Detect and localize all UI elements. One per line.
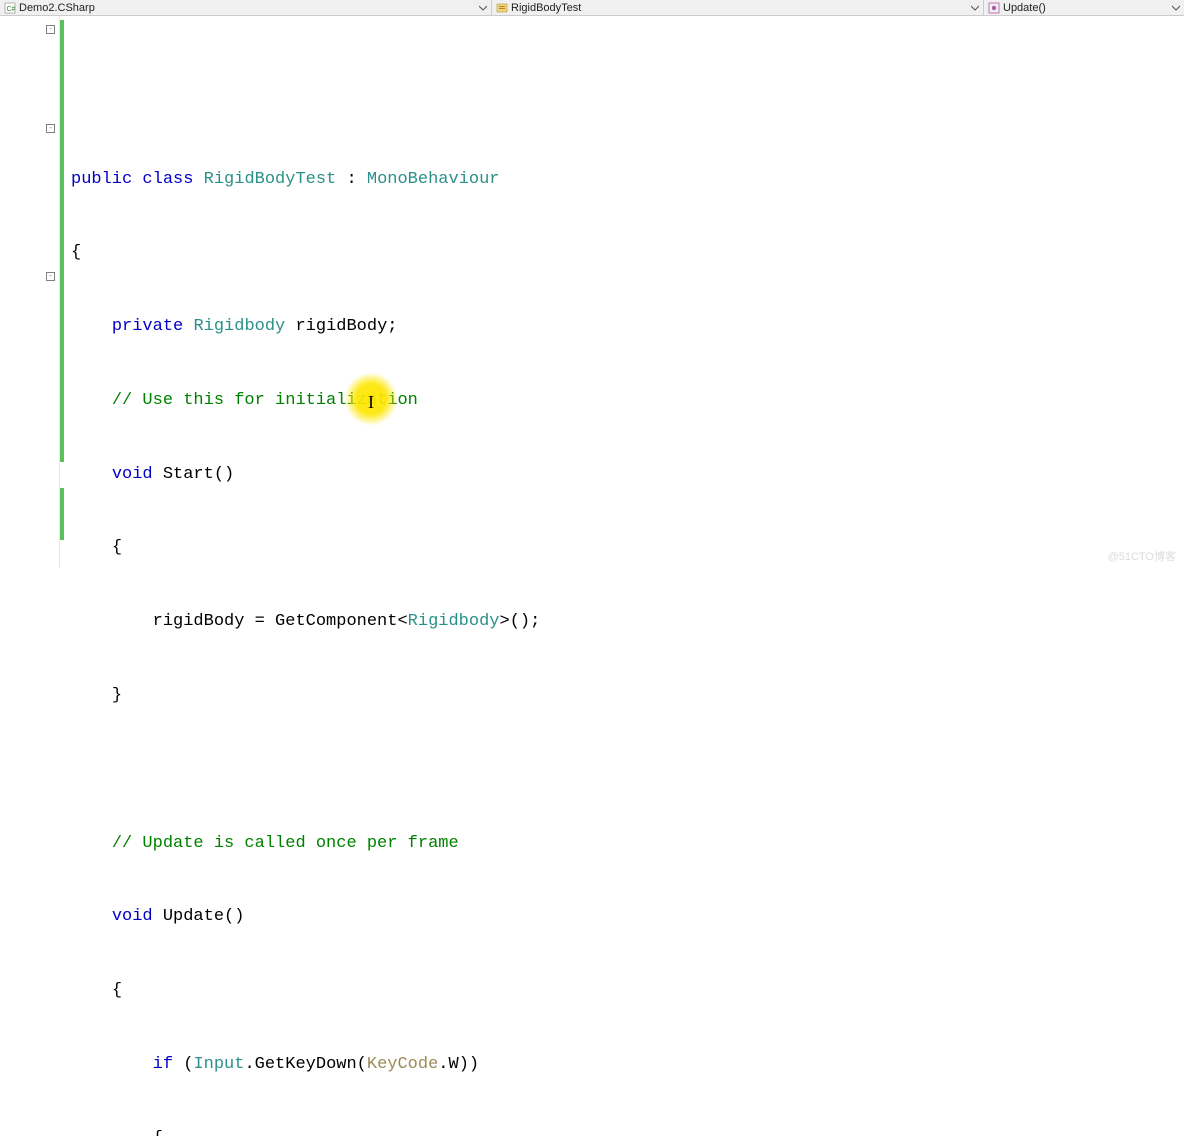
- change-marker: [60, 20, 64, 462]
- breadcrumb-class-label: RigidBodyTest: [511, 2, 581, 14]
- fold-toggle[interactable]: -: [46, 25, 55, 34]
- fold-toggle[interactable]: -: [46, 124, 55, 133]
- breadcrumb-file-label: Demo2.CSharp: [19, 2, 95, 14]
- code-line[interactable]: // Update is called once per frame: [65, 832, 1184, 857]
- code-line[interactable]: {: [65, 536, 1184, 561]
- code-line[interactable]: {: [65, 1127, 1184, 1136]
- watermark: @51CTO博客: [1108, 548, 1176, 564]
- code-line[interactable]: if (Input.GetKeyDown(KeyCode.W)): [65, 1053, 1184, 1078]
- chevron-down-icon: [1171, 3, 1180, 12]
- code-line[interactable]: {: [65, 979, 1184, 1004]
- code-line[interactable]: [65, 758, 1184, 783]
- code-line[interactable]: public class RigidBodyTest : MonoBehavio…: [65, 168, 1184, 193]
- code-line[interactable]: }: [65, 684, 1184, 709]
- class-icon: [496, 2, 508, 14]
- change-marker: [60, 488, 64, 540]
- breadcrumb-class[interactable]: RigidBodyTest: [492, 0, 984, 15]
- csharp-file-icon: C#: [4, 2, 16, 14]
- editor: - - - public class RigidBodyTest : MonoB…: [0, 16, 1184, 568]
- chevron-down-icon: [970, 3, 979, 12]
- code-line[interactable]: rigidBody = GetComponent<Rigidbody>();: [65, 610, 1184, 635]
- code-line[interactable]: // Use this for initialization: [65, 389, 1184, 414]
- code-line[interactable]: void Start(): [65, 463, 1184, 488]
- svg-text:C#: C#: [7, 6, 16, 13]
- code-area[interactable]: public class RigidBodyTest : MonoBehavio…: [60, 16, 1184, 568]
- breadcrumb-bar: C# Demo2.CSharp RigidBodyTest Update(): [0, 0, 1184, 16]
- code-line[interactable]: {: [65, 241, 1184, 266]
- breadcrumb-method-label: Update(): [1003, 2, 1046, 14]
- chevron-down-icon: [478, 3, 487, 12]
- code-line[interactable]: void Update(): [65, 905, 1184, 930]
- code-line[interactable]: private Rigidbody rigidBody;: [65, 315, 1184, 340]
- breadcrumb-method[interactable]: Update(): [984, 0, 1184, 15]
- gutter: - - -: [0, 16, 60, 568]
- method-icon: [988, 2, 1000, 14]
- fold-toggle[interactable]: -: [46, 272, 55, 281]
- breadcrumb-file[interactable]: C# Demo2.CSharp: [0, 0, 492, 15]
